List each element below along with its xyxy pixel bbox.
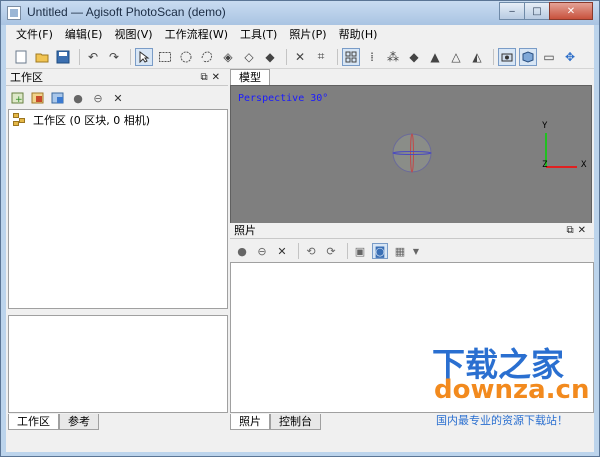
menu-tools[interactable]: 工具(T) <box>234 25 283 45</box>
float-pane-icon[interactable]: ⧉ <box>566 225 577 236</box>
menu-edit[interactable]: 编辑(E) <box>59 25 109 45</box>
model-viewport[interactable]: Perspective 30° Y Z X <box>230 85 592 238</box>
show-region-icon[interactable] <box>519 47 537 66</box>
model-scene <box>392 133 577 173</box>
toolbar-separator <box>347 243 348 259</box>
new-file-icon[interactable] <box>12 48 30 66</box>
workspace-title: 工作区 <box>10 71 43 84</box>
undo-icon[interactable]: ↶ <box>84 48 102 66</box>
free-form-selection-icon[interactable] <box>198 48 216 66</box>
enable-item-icon[interactable]: ● <box>70 90 86 106</box>
shaded-model-icon[interactable]: ◆ <box>405 48 423 66</box>
wireframe-model-icon[interactable]: △ <box>447 48 465 66</box>
menu-file[interactable]: 文件(F) <box>10 25 59 45</box>
photos-pane-title: 照片 ⧉✕ <box>230 223 594 239</box>
rotate-right-icon[interactable]: ⟳ <box>323 243 339 259</box>
view-mode-grid-icon[interactable]: ▦ <box>392 243 408 259</box>
toolbar-separator <box>130 48 131 65</box>
reset-view-icon[interactable]: ✥ <box>561 48 579 66</box>
point-cloud-icon[interactable]: ⁞ <box>363 48 381 66</box>
close-pane-icon[interactable]: ✕ <box>212 72 224 83</box>
workspace-tree: 工作区 (0 区块, 0 相机) <box>8 109 228 309</box>
textured-model-icon[interactable]: ◭ <box>468 48 486 66</box>
photos-toolbar: ● ⊖ ✕ ⟲ ⟳ ▣ ◙ ▦ ▼ <box>230 240 594 262</box>
disable-photo-icon[interactable]: ⊖ <box>254 243 270 259</box>
disable-item-icon[interactable]: ⊖ <box>90 90 106 106</box>
rotate-region-icon[interactable]: ◆ <box>261 48 279 66</box>
move-region-icon[interactable]: ◈ <box>219 48 237 66</box>
close-pane-icon[interactable]: ✕ <box>578 225 590 236</box>
enable-photo-icon[interactable]: ● <box>234 243 250 259</box>
workspace-toolbar: + ● ⊖ ✕ <box>6 87 228 109</box>
menu-help[interactable]: 帮助(H) <box>333 25 384 45</box>
app-icon <box>7 6 21 20</box>
show-cameras-icon[interactable] <box>342 47 360 66</box>
tab-photos[interactable]: 照片 <box>230 414 270 430</box>
rotate-left-icon[interactable]: ⟲ <box>303 243 319 259</box>
workspace-tree-icon <box>13 113 27 127</box>
camera-calibration-icon[interactable]: ▣ <box>352 243 368 259</box>
axis-x-label: X <box>581 160 587 170</box>
watermark-domain: downza.cn <box>434 375 590 405</box>
toolbar-separator <box>286 48 287 65</box>
resize-region-icon[interactable]: ◇ <box>240 48 258 66</box>
navigation-pointer-icon[interactable] <box>135 47 153 66</box>
toolbar-separator <box>79 48 80 65</box>
workspace-bottom-tabs: 工作区 参考 <box>8 414 99 430</box>
maximize-button[interactable]: □ <box>524 2 550 20</box>
axis-y-label: Y <box>542 121 548 131</box>
window-title: Untitled — Agisoft PhotoScan (demo) <box>27 5 226 19</box>
dense-cloud-icon[interactable]: ⁂ <box>384 48 402 66</box>
toolbar-separator <box>493 48 494 65</box>
save-icon[interactable] <box>54 48 72 66</box>
photo-details-icon[interactable]: ◙ <box>372 243 388 259</box>
close-button[interactable]: ✕ <box>549 2 593 20</box>
menu-view[interactable]: 视图(V) <box>108 25 158 45</box>
delete-selection-icon[interactable]: ✕ <box>291 48 309 66</box>
watermark-slogan: 国内最专业的资源下载站！ <box>436 414 568 427</box>
workspace-pane-title: 工作区 ⧉✕ <box>6 70 228 86</box>
tab-console[interactable]: 控制台 <box>270 414 321 430</box>
add-photos-icon[interactable] <box>30 90 46 106</box>
rectangle-selection-icon[interactable] <box>156 48 174 66</box>
toolbar-separator <box>337 48 338 65</box>
main-toolbar: ↶ ↷ ◈ ◇ ◆ ✕ ⌗ ⁞ ⁂ ◆ ▲ △ ◭ ▭ ✥ <box>6 45 594 69</box>
menu-workflow[interactable]: 工作流程(W) <box>159 25 234 45</box>
title-bar[interactable]: Untitled — Agisoft PhotoScan (demo) ‒ □ … <box>1 1 599 25</box>
circle-selection-icon[interactable] <box>177 48 195 66</box>
remove-item-icon[interactable]: ✕ <box>110 90 126 106</box>
tab-reference[interactable]: 参考 <box>59 414 99 430</box>
workspace-properties <box>8 315 228 413</box>
photos-title: 照片 <box>234 224 256 237</box>
float-pane-icon[interactable]: ⧉ <box>200 72 211 83</box>
open-folder-icon[interactable] <box>33 48 51 66</box>
crop-selection-icon[interactable]: ⌗ <box>312 48 330 66</box>
add-chunk-icon[interactable]: + <box>10 90 26 106</box>
workspace-root-label: 工作区 (0 区块, 0 相机) <box>33 114 151 127</box>
toolbar-separator <box>298 243 299 259</box>
solid-model-icon[interactable]: ▲ <box>426 48 444 66</box>
tab-workspace[interactable]: 工作区 <box>8 414 59 430</box>
minimize-button[interactable]: ‒ <box>499 2 525 20</box>
redo-icon[interactable]: ↷ <box>105 48 123 66</box>
show-basemap-icon[interactable]: ▭ <box>540 48 558 66</box>
chevron-down-icon[interactable]: ▼ <box>412 243 420 259</box>
show-cameras-toggle-icon[interactable] <box>498 47 516 66</box>
remove-photo-icon[interactable]: ✕ <box>274 243 290 259</box>
add-folder-icon[interactable] <box>50 90 66 106</box>
svg-text:+: + <box>15 95 23 105</box>
trackball-sphere <box>392 133 432 173</box>
menu-photos[interactable]: 照片(P) <box>283 25 332 45</box>
tab-model[interactable]: 模型 <box>230 69 270 85</box>
workspace-root-item[interactable]: 工作区 (0 区块, 0 相机) <box>13 112 150 128</box>
menu-bar: 文件(F) 编辑(E) 视图(V) 工作流程(W) 工具(T) 照片(P) 帮助… <box>6 25 594 45</box>
photos-bottom-tabs: 照片 控制台 <box>230 414 321 430</box>
axis-z-label: Z <box>542 160 548 170</box>
